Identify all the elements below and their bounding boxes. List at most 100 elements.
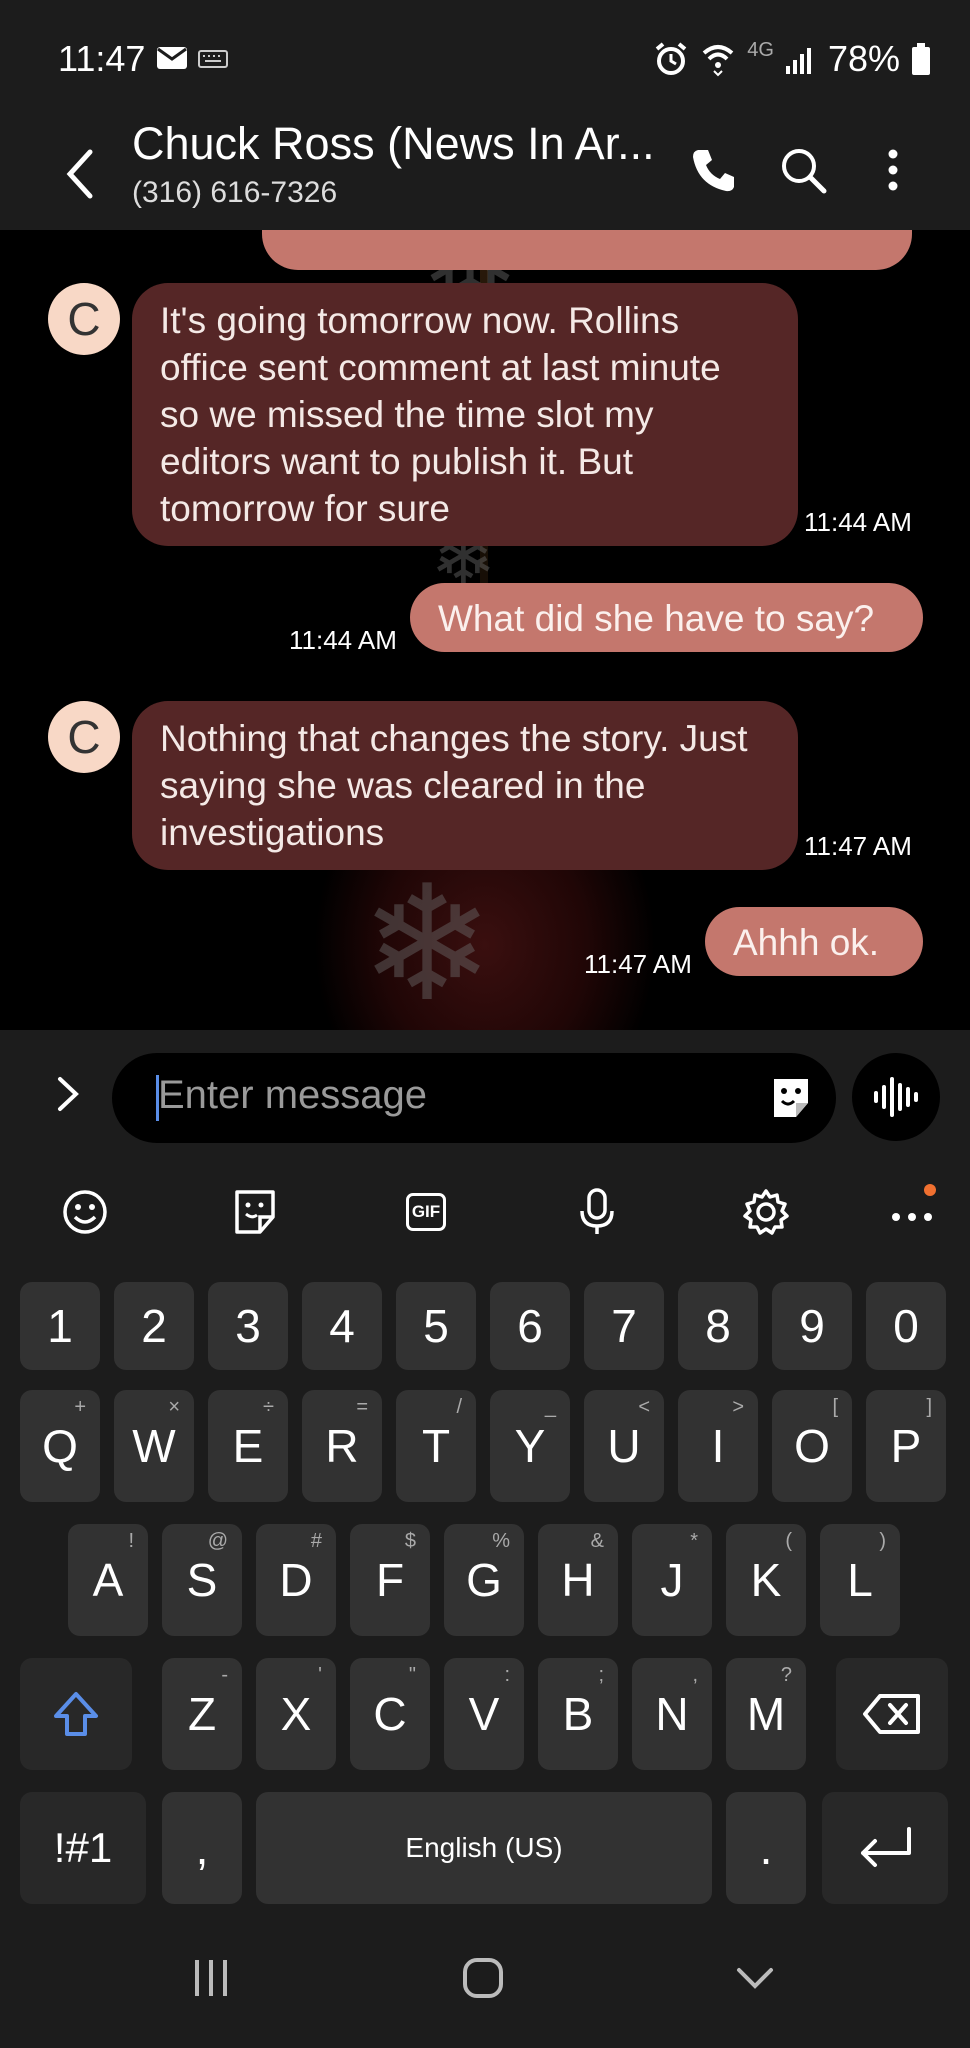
alarm-icon [655, 42, 687, 75]
key-hint: _ [544, 1396, 556, 1418]
enter-icon [861, 1827, 911, 1867]
phone-icon [693, 150, 734, 192]
emoji-button[interactable] [55, 1182, 115, 1242]
outgoing-message[interactable]: Ahhh ok. [705, 907, 923, 976]
key-z[interactable]: -Z [162, 1658, 242, 1770]
incoming-message[interactable]: It's going tomorrow now. Rollins office … [132, 283, 798, 546]
sticker-icon [235, 1190, 275, 1234]
key-a[interactable]: ! A [68, 1524, 148, 1636]
key-y[interactable]: _ Y [490, 1390, 570, 1502]
key-label: Q [42, 1420, 78, 1472]
key-0[interactable]: 0 [866, 1282, 946, 1370]
key-label: B [562, 1688, 594, 1740]
period-key[interactable]: . [726, 1792, 806, 1904]
key-label: O [794, 1420, 830, 1472]
key-label: F [375, 1554, 405, 1606]
space-key[interactable]: English (US) [256, 1792, 712, 1904]
key-hint: ] [926, 1396, 932, 1418]
key-f[interactable]: $ F [350, 1524, 430, 1636]
key-label: N [655, 1688, 689, 1740]
key-e[interactable]: ÷ E [208, 1390, 288, 1502]
key-j[interactable]: * J [632, 1524, 712, 1636]
key-x[interactable]: ' X [256, 1658, 336, 1770]
key-label: W [132, 1420, 176, 1472]
symbols-key[interactable]: !#1 [20, 1792, 146, 1904]
message-list[interactable]: ❄ ❄ ❄ C It's going tomorrow now. Rollins… [0, 230, 970, 1030]
key-hint: ! [128, 1530, 134, 1552]
key-label: X [280, 1688, 312, 1740]
call-button[interactable] [678, 135, 748, 205]
key-hint: % [492, 1530, 510, 1552]
key-hint: / [456, 1396, 462, 1418]
network-type: 4G [747, 38, 774, 61]
key-hint: @ [207, 1530, 228, 1552]
key-label: Z [187, 1688, 217, 1740]
key-s[interactable]: @ S [162, 1524, 242, 1636]
comma-key[interactable]: , [162, 1792, 242, 1904]
sticker-toolbar-button[interactable] [225, 1182, 285, 1242]
contact-avatar[interactable]: C [48, 701, 120, 773]
chevron-down-icon [737, 1968, 773, 1989]
key-label: P [890, 1420, 922, 1472]
key-o[interactable]: [O [772, 1390, 852, 1502]
more-options-button[interactable] [858, 135, 928, 205]
expand-attachments-button[interactable] [46, 1067, 90, 1121]
key-7[interactable]: 7 [584, 1282, 664, 1370]
key-t[interactable]: / T [396, 1390, 476, 1502]
sticker-button[interactable] [768, 1075, 814, 1121]
toolbar-more-button[interactable] [882, 1182, 942, 1242]
key-8[interactable]: 8 [678, 1282, 758, 1370]
incoming-message[interactable]: Nothing that changes the story. Just say… [132, 701, 798, 870]
key-9[interactable]: 9 [772, 1282, 852, 1370]
key-label: I [711, 1420, 725, 1472]
voice-record-button[interactable] [852, 1053, 940, 1141]
status-bar: 11:47 4G 78% [0, 0, 970, 110]
key-v[interactable]: :V [444, 1658, 524, 1770]
contact-name[interactable]: Chuck Ross (News In Ar... [132, 118, 655, 170]
key-hint: [ [832, 1396, 838, 1418]
key-i[interactable]: > I [678, 1390, 758, 1502]
search-button[interactable] [768, 135, 838, 205]
key-d[interactable]: # D [256, 1524, 336, 1636]
key-4[interactable]: 4 [302, 1282, 382, 1370]
key-3[interactable]: 3 [208, 1282, 288, 1370]
key-m[interactable]: ? M [726, 1658, 806, 1770]
shift-key[interactable] [20, 1658, 132, 1770]
key-1[interactable]: 1 [20, 1282, 100, 1370]
key-label: R [325, 1420, 359, 1472]
key-p[interactable]: ] P [866, 1390, 946, 1502]
message-input[interactable]: Enter message [112, 1053, 836, 1143]
key-b[interactable]: ; B [538, 1658, 618, 1770]
signal-icon [785, 48, 811, 74]
enter-key[interactable] [822, 1792, 948, 1904]
key-w[interactable]: × W [114, 1390, 194, 1502]
backspace-key[interactable] [836, 1658, 948, 1770]
recent-apps-button[interactable] [176, 1946, 246, 2010]
key-5[interactable]: 5 [396, 1282, 476, 1370]
key-c[interactable]: " C [350, 1658, 430, 1770]
key-6[interactable]: 6 [490, 1282, 570, 1370]
gif-button[interactable]: GIF [396, 1182, 456, 1242]
chevron-right-icon [58, 1077, 79, 1111]
key-h[interactable]: & H [538, 1524, 618, 1636]
snowflake-decoration: ❄ [360, 854, 495, 1030]
key-g[interactable]: % G [444, 1524, 524, 1636]
key-u[interactable]: < U [584, 1390, 664, 1502]
voice-input-button[interactable] [567, 1182, 627, 1242]
key-label: Y [514, 1420, 546, 1472]
back-button[interactable] [52, 130, 112, 210]
key-k[interactable]: (K [726, 1524, 806, 1636]
outgoing-message[interactable]: What did she have to say? [410, 583, 923, 652]
key-hint: + [74, 1396, 86, 1418]
contact-avatar[interactable]: C [48, 283, 120, 355]
key-n[interactable]: ,N [632, 1658, 712, 1770]
hide-keyboard-button[interactable] [720, 1946, 790, 2010]
home-button[interactable] [448, 1946, 518, 2010]
key-l[interactable]: ) L [820, 1524, 900, 1636]
key-r[interactable]: = R [302, 1390, 382, 1502]
status-time: 11:47 [58, 38, 146, 79]
key-2[interactable]: 2 [114, 1282, 194, 1370]
keyboard-settings-button[interactable] [736, 1182, 796, 1242]
key-q[interactable]: + Q [20, 1390, 100, 1502]
key-hint: ? [780, 1664, 792, 1686]
